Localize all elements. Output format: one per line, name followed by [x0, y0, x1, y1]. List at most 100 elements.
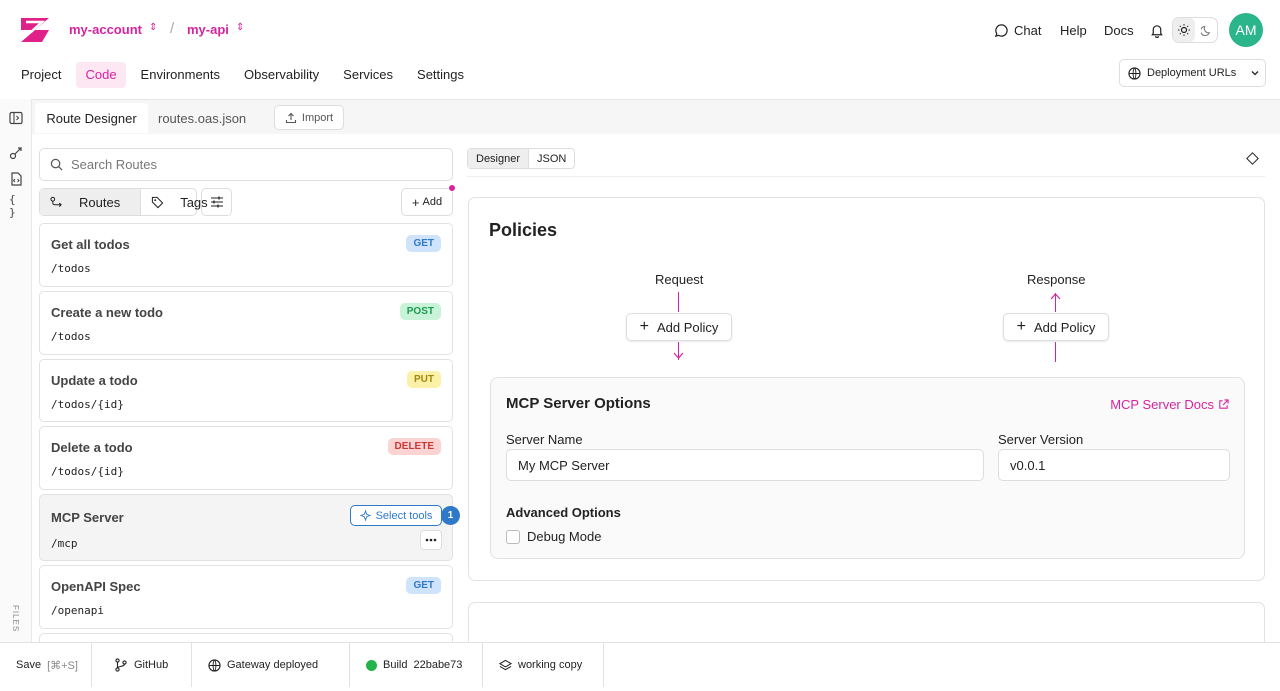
moon-icon[interactable]	[1195, 18, 1217, 42]
route-item[interactable]: Create a new todo /todos POST	[39, 291, 453, 355]
server-version-label: Server Version	[998, 432, 1084, 447]
route-path: /todos/{id}	[51, 465, 124, 478]
mcp-server-docs-link[interactable]: MCP Server Docs	[1110, 397, 1229, 412]
build-status[interactable]: Build 22babe73	[350, 643, 483, 687]
designer-view-button[interactable]: Designer	[468, 149, 530, 168]
account-chevron-icon[interactable]: ⇕	[149, 22, 157, 33]
next-section-card	[468, 602, 1265, 642]
server-name-field[interactable]: My MCP Server	[506, 449, 984, 481]
server-name-label: Server Name	[506, 432, 583, 447]
divider	[467, 176, 1265, 177]
tools-count-badge: 1	[441, 506, 460, 525]
import-label: Import	[301, 111, 334, 124]
help-link[interactable]: Help	[1060, 0, 1087, 60]
method-badge-put: PUT	[407, 371, 441, 388]
chat-button[interactable]: Chat	[994, 0, 1041, 60]
debug-mode-checkbox[interactable]	[506, 530, 520, 544]
sliders-icon	[210, 196, 223, 208]
mcp-docs-label: MCP Server Docs	[1110, 397, 1214, 412]
chat-icon	[994, 23, 1008, 37]
route-name: Update a todo	[51, 373, 138, 388]
policies-title: Policies	[489, 220, 558, 240]
status-bar: Save [⌘+S] GitHub Gateway deployed Build…	[0, 642, 1280, 687]
route-item[interactable]: Get all todos /todos GET	[39, 223, 453, 287]
route-path: /openapi	[51, 604, 104, 617]
route-item[interactable]: Delete a todo /todos/{id} DELETE	[39, 426, 453, 490]
notifications-button[interactable]	[1150, 0, 1164, 60]
advanced-options-label: Advanced Options	[506, 505, 621, 520]
tab-observability[interactable]: Observability	[235, 62, 328, 88]
avatar[interactable]: AM	[1229, 13, 1263, 47]
braces-icon[interactable]: { }	[9, 193, 23, 219]
toggle-panel-icon[interactable]	[9, 111, 23, 125]
route-item[interactable]: Update a todo /todos/{id} PUT	[39, 359, 453, 422]
tab-services[interactable]: Services	[334, 62, 402, 88]
route-item-selected[interactable]: MCP Server /mcp Select tools 1	[39, 494, 460, 561]
add-request-policy-button[interactable]: + Add Policy	[626, 313, 732, 341]
zuplo-logo-icon[interactable]	[18, 14, 52, 46]
debug-mode-label: Debug Mode	[527, 529, 602, 544]
deployment-urls-button[interactable]: Deployment URLs	[1119, 59, 1266, 87]
add-response-policy-button[interactable]: + Add Policy	[1003, 313, 1109, 341]
route-designer-icon[interactable]	[9, 146, 23, 160]
route-item[interactable]: OpenAPI Spec /openapi GET	[39, 565, 453, 629]
method-badge-get: GET	[406, 235, 441, 252]
project-chevron-icon[interactable]: ⇕	[236, 22, 244, 33]
tab-route-designer[interactable]: Route Designer	[35, 103, 148, 133]
request-line-top	[678, 292, 679, 312]
routes-tags-toggle: Routes Tags	[39, 188, 208, 216]
globe-icon	[1128, 66, 1141, 80]
server-version-field[interactable]: v0.0.1	[998, 449, 1230, 481]
filter-button[interactable]	[201, 188, 232, 216]
file-code-icon[interactable]	[9, 172, 23, 186]
gateway-label: Gateway deployed	[227, 659, 319, 671]
plus-icon: +	[411, 194, 420, 210]
route-path: /todos	[51, 262, 91, 275]
json-view-button[interactable]: JSON	[529, 149, 574, 168]
route-name: Get all todos	[51, 237, 130, 252]
tab-project[interactable]: Project	[12, 62, 70, 88]
request-label: Request	[655, 272, 704, 287]
tab-environments[interactable]: Environments	[132, 62, 229, 88]
breadcrumb-separator: /	[170, 20, 175, 37]
search-placeholder: Search Routes	[71, 157, 157, 172]
policies-card: Policies Request + Add Policy Response +…	[468, 197, 1265, 581]
deployment-urls-label: Deployment URLs	[1147, 67, 1237, 79]
files-label[interactable]: FILES	[11, 605, 20, 635]
routes-tab[interactable]: Routes	[40, 189, 142, 215]
working-copy-button[interactable]: working copy	[483, 643, 604, 687]
route-path: /todos	[51, 330, 91, 343]
more-options-button[interactable]	[420, 530, 442, 550]
routes-icon	[50, 196, 62, 208]
save-label: Save	[16, 659, 42, 671]
mcp-options-title: MCP Server Options	[506, 395, 651, 412]
account-switcher[interactable]: my-account	[69, 22, 142, 37]
response-line-top	[1055, 293, 1056, 312]
project-switcher[interactable]: my-api	[187, 22, 229, 37]
tab-routes-oas-json[interactable]: routes.oas.json	[150, 103, 254, 133]
response-label: Response	[1027, 272, 1086, 287]
routes-tab-label: Routes	[79, 194, 121, 210]
tab-settings[interactable]: Settings	[408, 62, 473, 88]
mcp-server-options: MCP Server Options MCP Server Docs Serve…	[490, 377, 1245, 559]
method-badge-delete: DELETE	[387, 438, 441, 455]
add-route-button[interactable]: + Add	[401, 188, 453, 216]
ellipsis-icon	[425, 538, 437, 542]
search-routes-input[interactable]: Search Routes	[39, 148, 453, 181]
theme-toggle[interactable]	[1172, 17, 1218, 43]
external-link-icon	[1219, 399, 1229, 409]
add-label: Add	[422, 196, 443, 208]
github-button[interactable]: GitHub	[92, 643, 192, 687]
tab-code[interactable]: Code	[76, 62, 126, 88]
diamond-icon[interactable]	[1246, 152, 1259, 165]
save-button[interactable]: Save [⌘+S]	[0, 643, 92, 687]
select-tools-button[interactable]: Select tools	[350, 505, 442, 526]
import-button[interactable]: Import	[274, 105, 344, 130]
method-badge-get: GET	[406, 577, 441, 594]
gateway-status[interactable]: Gateway deployed	[192, 643, 350, 687]
route-item[interactable]	[39, 633, 453, 642]
main-nav: Project Code Environments Observability …	[12, 62, 473, 88]
docs-link[interactable]: Docs	[1104, 0, 1134, 60]
route-name: Create a new todo	[51, 305, 163, 320]
sun-icon[interactable]	[1173, 18, 1195, 42]
